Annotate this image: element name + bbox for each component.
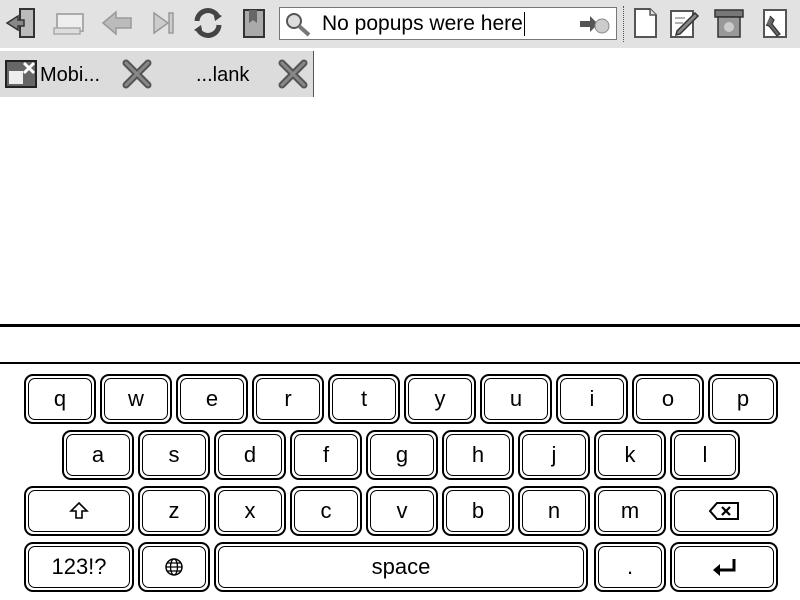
numbers-key[interactable]: 123!? xyxy=(24,542,134,592)
space-key[interactable]: space xyxy=(214,542,588,592)
key-a[interactable]: a xyxy=(62,430,134,480)
tab-bar: Mobi... ...lank xyxy=(0,51,800,98)
mobile-page-icon xyxy=(5,60,37,88)
key-j[interactable]: j xyxy=(518,430,590,480)
enter-key[interactable] xyxy=(670,542,778,592)
key-s[interactable]: s xyxy=(138,430,210,480)
key-x[interactable]: x xyxy=(214,486,286,536)
key-t[interactable]: t xyxy=(328,374,400,424)
shift-key[interactable] xyxy=(24,486,134,536)
edit-icon[interactable] xyxy=(666,5,702,41)
back-arrow-icon[interactable] xyxy=(99,5,135,41)
url-bar[interactable]: No popups were here xyxy=(279,7,617,40)
key-c[interactable]: c xyxy=(290,486,362,536)
language-key[interactable] xyxy=(138,542,210,592)
tab-label: Mobi... xyxy=(40,64,101,86)
toolbar-separator xyxy=(623,6,624,42)
go-icon[interactable] xyxy=(578,12,610,36)
tab-label: ...lank xyxy=(196,64,250,86)
window-icon[interactable] xyxy=(51,5,87,41)
key-m[interactable]: m xyxy=(594,486,666,536)
tab-blank[interactable]: ...lank xyxy=(156,51,314,97)
browser-toolbar: No popups were here xyxy=(0,0,800,48)
key-e[interactable]: e xyxy=(176,374,248,424)
key-g[interactable]: g xyxy=(366,430,438,480)
key-n[interactable]: n xyxy=(518,486,590,536)
period-key[interactable]: . xyxy=(594,542,666,592)
backspace-icon xyxy=(708,502,739,520)
reload-icon[interactable] xyxy=(190,5,226,41)
page-content[interactable] xyxy=(0,97,800,325)
key-z[interactable]: z xyxy=(138,486,210,536)
new-page-icon[interactable] xyxy=(627,5,663,41)
enter-icon xyxy=(713,559,736,576)
key-q[interactable]: q xyxy=(24,374,96,424)
key-y[interactable]: y xyxy=(404,374,476,424)
key-u[interactable]: u xyxy=(480,374,552,424)
key-d[interactable]: d xyxy=(214,430,286,480)
url-input[interactable]: No popups were here xyxy=(322,12,525,36)
search-icon xyxy=(286,13,311,37)
tab-mobi[interactable]: Mobi... xyxy=(0,51,156,97)
trash-icon[interactable] xyxy=(711,5,747,41)
key-i[interactable]: i xyxy=(556,374,628,424)
bookmark-icon[interactable] xyxy=(237,5,273,41)
key-r[interactable]: r xyxy=(252,374,324,424)
exit-icon[interactable] xyxy=(3,5,39,41)
key-b[interactable]: b xyxy=(442,486,514,536)
close-icon[interactable] xyxy=(120,57,154,91)
key-k[interactable]: k xyxy=(594,430,666,480)
key-l[interactable]: l xyxy=(670,430,740,480)
key-h[interactable]: h xyxy=(442,430,514,480)
key-v[interactable]: v xyxy=(366,486,438,536)
close-icon[interactable] xyxy=(276,57,310,91)
key-o[interactable]: o xyxy=(632,374,704,424)
globe-icon xyxy=(165,558,183,576)
key-f[interactable]: f xyxy=(290,430,362,480)
key-p[interactable]: p xyxy=(708,374,778,424)
on-screen-keyboard: q w e r t y u i o p a s d f g h j k l z … xyxy=(0,364,800,600)
settings-icon[interactable] xyxy=(757,5,793,41)
key-w[interactable]: w xyxy=(100,374,172,424)
skip-forward-icon[interactable] xyxy=(145,5,181,41)
keyboard-top-separator xyxy=(0,324,800,327)
backspace-key[interactable] xyxy=(670,486,778,536)
shift-icon xyxy=(69,501,89,519)
